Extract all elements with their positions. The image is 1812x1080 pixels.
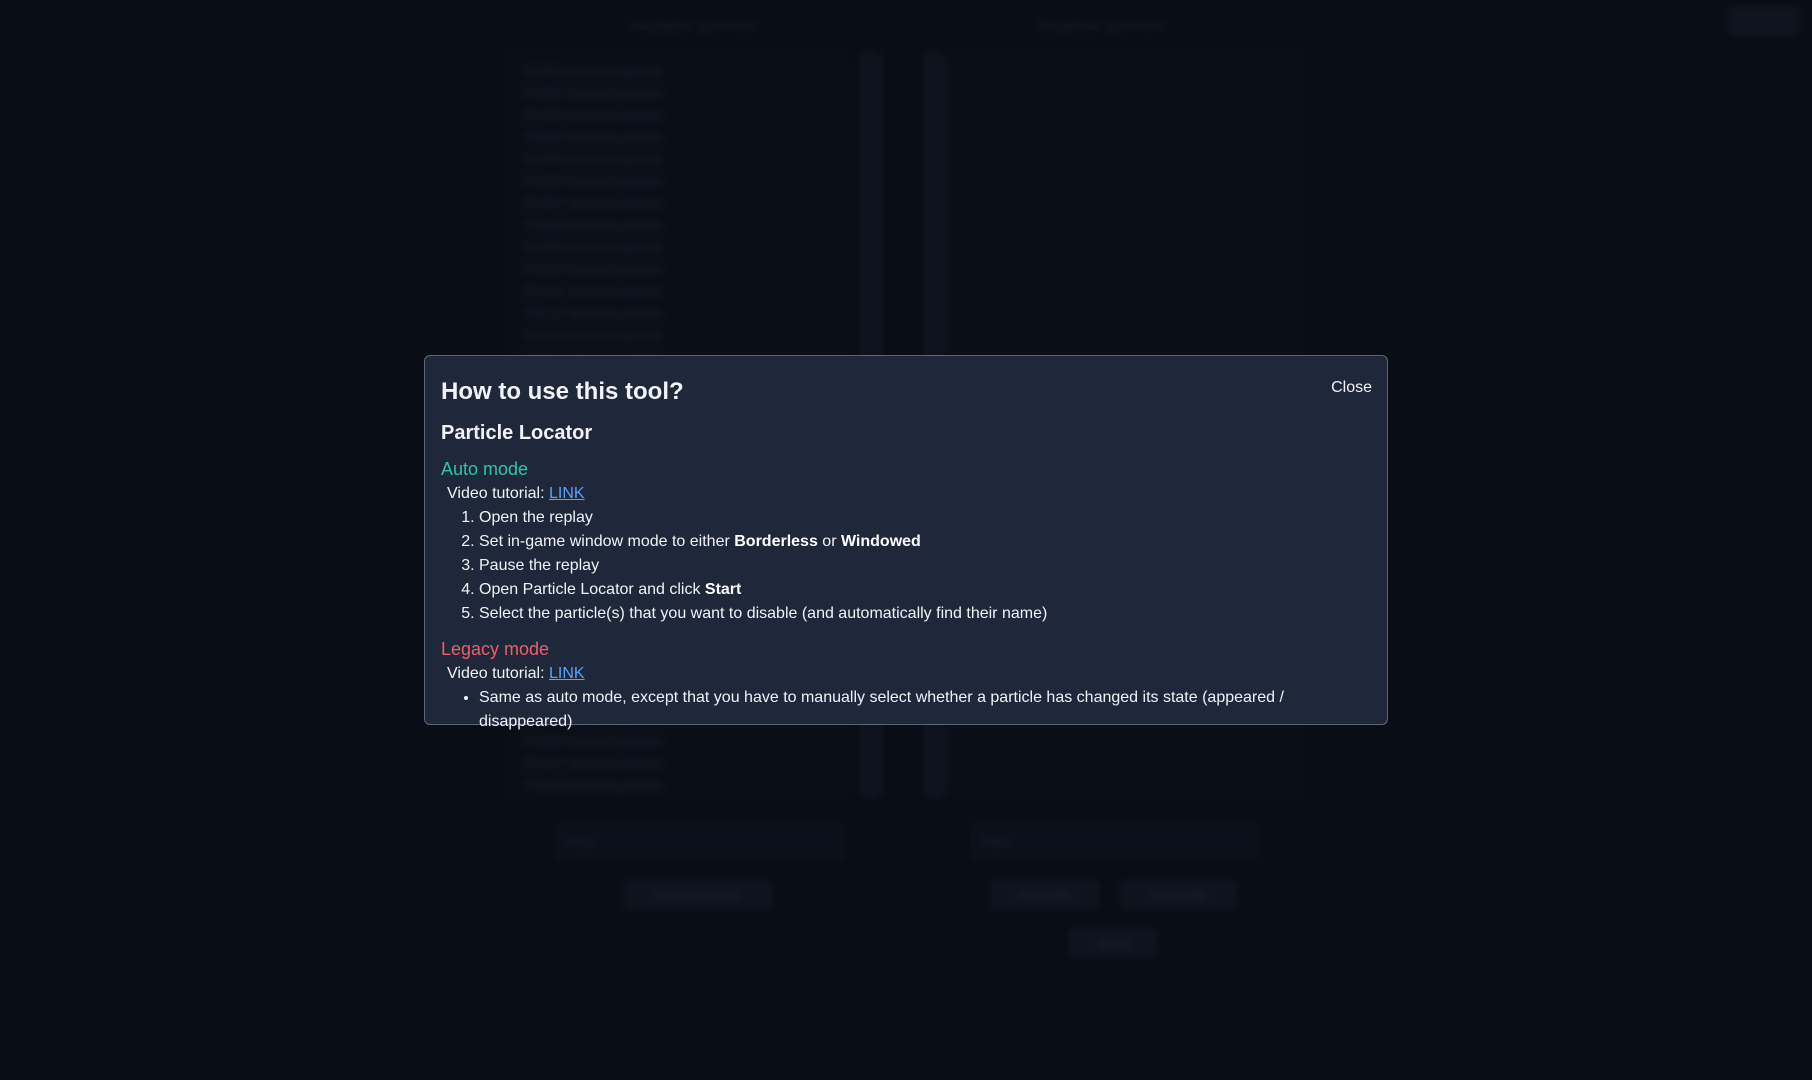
legacy-video-tutorial: Video tutorial: LINK bbox=[447, 662, 1371, 686]
help-modal: Close How to use this tool? Particle Loc… bbox=[424, 355, 1388, 730]
step-item: Select the particle(s) that you want to … bbox=[479, 602, 1371, 626]
step-bold: Start bbox=[704, 581, 742, 598]
step-text: Open Particle Locator and click bbox=[479, 581, 705, 598]
step-item: Open Particle Locator and click Start bbox=[479, 578, 1371, 602]
step-bold: Windowed bbox=[840, 533, 921, 550]
auto-steps-list: Open the replay Set in-game window mode … bbox=[441, 506, 1371, 626]
auto-video-tutorial: Video tutorial: LINK bbox=[447, 482, 1371, 506]
modal-title: How to use this tool? bbox=[441, 378, 684, 405]
close-button[interactable]: Close bbox=[1331, 379, 1372, 397]
step-text: Pause the replay bbox=[479, 557, 600, 574]
step-item: Pause the replay bbox=[479, 554, 1371, 578]
legacy-mode-title: Legacy mode bbox=[441, 639, 550, 659]
step-text: Set in-game window mode to either bbox=[479, 533, 735, 550]
auto-tutorial-link[interactable]: LINK bbox=[549, 485, 585, 502]
step-text: Open the replay bbox=[479, 509, 593, 526]
step-text: or bbox=[817, 533, 841, 550]
step-bold: Borderless bbox=[734, 533, 818, 550]
legacy-tutorial-link[interactable]: LINK bbox=[549, 665, 585, 682]
auto-mode-title: Auto mode bbox=[441, 459, 529, 479]
tutorial-label: Video tutorial: bbox=[447, 485, 545, 502]
step-text: Select the particle(s) that you want to … bbox=[479, 605, 1048, 622]
section-title: Particle Locator bbox=[441, 422, 593, 444]
step-item: Open the replay bbox=[479, 506, 1371, 530]
step-item: Set in-game window mode to either Border… bbox=[479, 530, 1371, 554]
tutorial-label: Video tutorial: bbox=[447, 665, 545, 682]
bullet-item: Same as auto mode, except that you have … bbox=[479, 686, 1371, 734]
legacy-bullets-list: Same as auto mode, except that you have … bbox=[441, 686, 1371, 734]
